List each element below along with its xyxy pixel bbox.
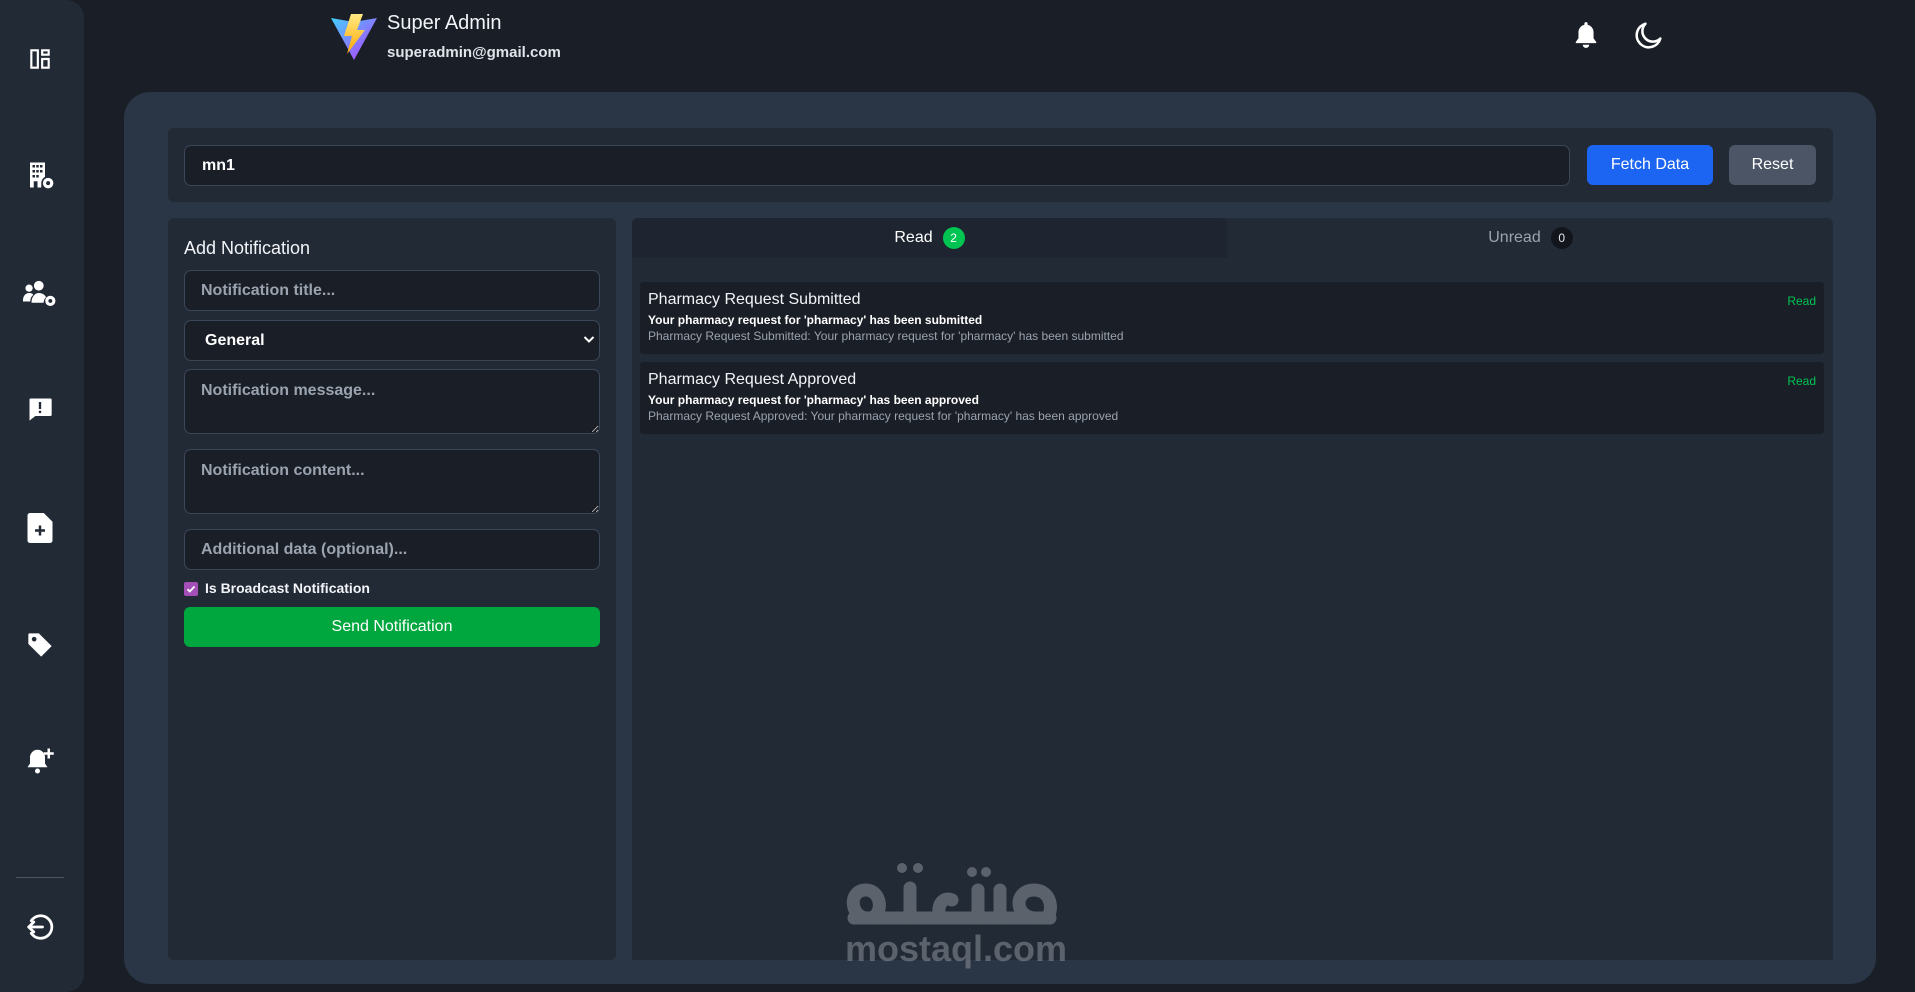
reset-button[interactable]: Reset (1729, 145, 1816, 185)
additional-data-input[interactable] (184, 529, 600, 570)
tab-read-label: Read (894, 229, 933, 246)
watermark-text: mostaql.com (844, 928, 1068, 969)
search-input[interactable] (184, 145, 1570, 186)
send-notification-button[interactable]: Send Notification (184, 607, 600, 647)
sidebar-item-add-notification[interactable] (22, 743, 58, 779)
app-logo (329, 12, 379, 62)
broadcast-checkbox[interactable] (184, 582, 198, 596)
notification-item[interactable]: Pharmacy Request Submitted Your pharmacy… (640, 282, 1824, 354)
user-email: superadmin@gmail.com (387, 44, 561, 61)
bell-plus-icon (27, 748, 54, 774)
add-notification-heading: Add Notification (184, 238, 311, 258)
notification-content-input[interactable] (184, 449, 600, 514)
notification-message-input[interactable] (184, 369, 600, 434)
tag-icon (28, 633, 52, 657)
notification-content: Pharmacy Request Approved: Your pharmacy… (648, 409, 1119, 423)
notifications-button[interactable] (1568, 17, 1604, 53)
sidebar (0, 0, 84, 992)
dashboard-icon (30, 49, 50, 69)
sidebar-item-users[interactable] (22, 275, 58, 311)
notification-type-select[interactable]: General (184, 320, 600, 361)
user-name: Super Admin (387, 12, 502, 34)
tab-unread-count-badge: 0 (1550, 227, 1573, 249)
file-plus-icon (27, 513, 53, 543)
notification-title: Pharmacy Request Submitted (648, 291, 861, 308)
tab-read-count-badge: 2 (942, 227, 965, 249)
sidebar-divider (16, 877, 64, 878)
sidebar-item-buildings[interactable] (22, 157, 58, 193)
sidebar-item-documents[interactable] (22, 510, 58, 546)
users-gear-icon (23, 280, 56, 306)
tab-read[interactable]: Read 2 (632, 218, 1227, 258)
bell-icon (1575, 22, 1597, 48)
building-gear-icon (30, 162, 54, 189)
broadcast-checkbox-label[interactable]: Is Broadcast Notification (205, 580, 370, 596)
check-icon (186, 585, 196, 593)
watermark: mostaql.com (840, 860, 1072, 972)
logout-button[interactable] (22, 909, 58, 945)
notification-message: Your pharmacy request for 'pharmacy' has… (648, 313, 983, 327)
fetch-data-button[interactable]: Fetch Data (1587, 145, 1713, 185)
sidebar-item-tags[interactable] (22, 627, 58, 663)
logout-icon (27, 914, 54, 940)
moon-icon (1635, 22, 1662, 49)
notification-title-input[interactable] (184, 270, 600, 311)
watermark-logo (846, 863, 1057, 925)
notification-title: Pharmacy Request Approved (648, 371, 857, 388)
sidebar-item-reports[interactable] (22, 391, 58, 427)
notification-message: Your pharmacy request for 'pharmacy' has… (648, 393, 979, 407)
notification-content: Pharmacy Request Submitted: Your pharmac… (648, 329, 1124, 343)
sidebar-item-dashboard[interactable] (22, 41, 58, 77)
vite-logo-icon (331, 14, 377, 60)
tab-unread-label: Unread (1488, 229, 1541, 246)
theme-toggle-button[interactable] (1631, 17, 1667, 53)
tab-unread[interactable]: Unread 0 (1228, 218, 1833, 258)
notification-status: Read (1787, 374, 1816, 388)
notification-status: Read (1787, 294, 1816, 308)
notification-item[interactable]: Pharmacy Request Approved Your pharmacy … (640, 362, 1824, 434)
message-alert-icon (29, 398, 52, 421)
